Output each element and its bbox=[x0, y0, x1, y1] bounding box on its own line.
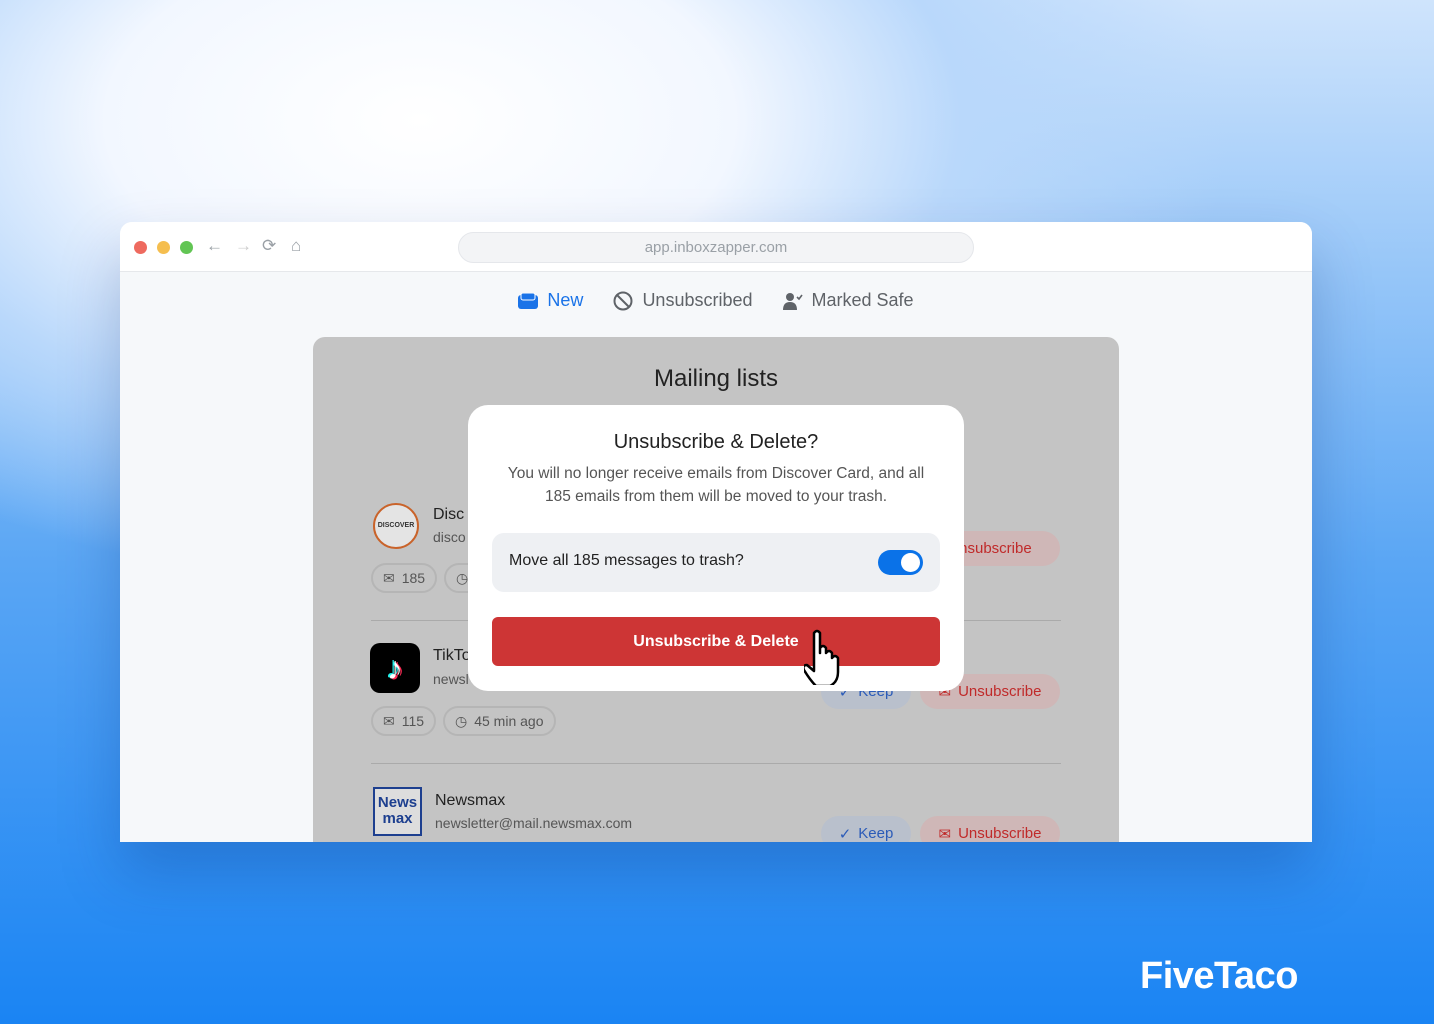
forward-icon[interactable]: → bbox=[235, 236, 252, 256]
divider bbox=[371, 763, 1061, 764]
clock-icon: ◷ bbox=[455, 712, 468, 729]
dialog-title: Unsubscribe & Delete? bbox=[613, 431, 819, 453]
mail-icon: ✉ bbox=[383, 712, 395, 729]
user-check-icon bbox=[782, 292, 803, 310]
toggle-knob bbox=[901, 553, 920, 572]
sender-name: Disc bbox=[433, 506, 465, 523]
page-title: Mailing lists bbox=[653, 365, 779, 392]
time: 45 min ago bbox=[474, 713, 544, 729]
sender-email: newsl bbox=[433, 671, 469, 687]
trash-option-row: Move all 185 messages to trash? bbox=[492, 533, 940, 592]
fivetaco-logo: FiveTaco bbox=[1140, 955, 1298, 997]
unsubscribe-delete-button[interactable]: Unsubscribe & Delete bbox=[492, 617, 940, 666]
dialog-message: You will no longer receive emails from D… bbox=[507, 465, 925, 505]
tab-bar: New Unsubscribed Marked Safe bbox=[120, 290, 1312, 311]
button-label: Keep bbox=[858, 825, 894, 842]
back-icon[interactable]: ← bbox=[206, 236, 223, 256]
sender-name: TikTo bbox=[433, 647, 471, 664]
maximize-window-button[interactable] bbox=[180, 241, 193, 254]
count: 115 bbox=[401, 713, 425, 729]
address-bar[interactable]: app.inboxzapper.com bbox=[458, 232, 974, 263]
toggle-label: Move all 185 messages to trash? bbox=[509, 552, 744, 569]
confirm-dialog: Unsubscribe & Delete? You will no longer… bbox=[468, 405, 964, 691]
hand-cursor-icon bbox=[804, 629, 840, 685]
clock-icon: ◷ bbox=[456, 569, 469, 586]
tab-marked-safe[interactable]: Marked Safe bbox=[782, 290, 914, 311]
ban-icon bbox=[613, 291, 633, 310]
close-window-button[interactable] bbox=[134, 241, 147, 254]
sender-email: disco bbox=[433, 529, 466, 545]
button-label: Unsubscribe bbox=[958, 825, 1042, 842]
newsmax-logo: News max bbox=[373, 787, 422, 836]
tab-label: Marked Safe bbox=[811, 290, 914, 310]
sender-email: newsletter@mail.newsmax.com bbox=[435, 815, 633, 831]
tiktok-logo: ♪ bbox=[370, 643, 420, 693]
count: 185 bbox=[401, 570, 426, 586]
browser-window: ← → ⟳ ⌂ app.inboxzapper.com New Unsubscr… bbox=[120, 222, 1312, 842]
move-to-trash-toggle[interactable] bbox=[878, 550, 923, 575]
home-icon[interactable]: ⌂ bbox=[291, 236, 301, 256]
tab-label: Unsubscribed bbox=[642, 290, 753, 310]
sender-name: Newsmax bbox=[435, 792, 506, 809]
button-label: Unsubscribe bbox=[958, 683, 1042, 700]
unsubscribe-button[interactable]: ✉ Unsubscribe bbox=[920, 816, 1060, 842]
email-count-chip: ✉ 115 bbox=[371, 706, 437, 736]
reload-icon[interactable]: ⟳ bbox=[262, 236, 276, 256]
tab-label: New bbox=[547, 290, 584, 310]
email-count-chip: ✉ 185 bbox=[371, 563, 438, 593]
time-chip: ◷ 45 min ago bbox=[443, 706, 556, 736]
keep-button[interactable]: ✓ Keep bbox=[821, 816, 911, 842]
inbox-icon bbox=[518, 292, 539, 309]
browser-toolbar: ← → ⟳ ⌂ app.inboxzapper.com bbox=[120, 222, 1312, 272]
discover-logo: DISCOVER bbox=[373, 503, 419, 549]
mail-icon: ✉ bbox=[383, 569, 395, 586]
tab-unsubscribed[interactable]: Unsubscribed bbox=[613, 290, 753, 311]
minimize-window-button[interactable] bbox=[157, 241, 170, 254]
mail-icon: ✉ bbox=[938, 825, 952, 843]
tab-new[interactable]: New bbox=[518, 290, 583, 311]
check-icon: ✓ bbox=[838, 825, 852, 843]
